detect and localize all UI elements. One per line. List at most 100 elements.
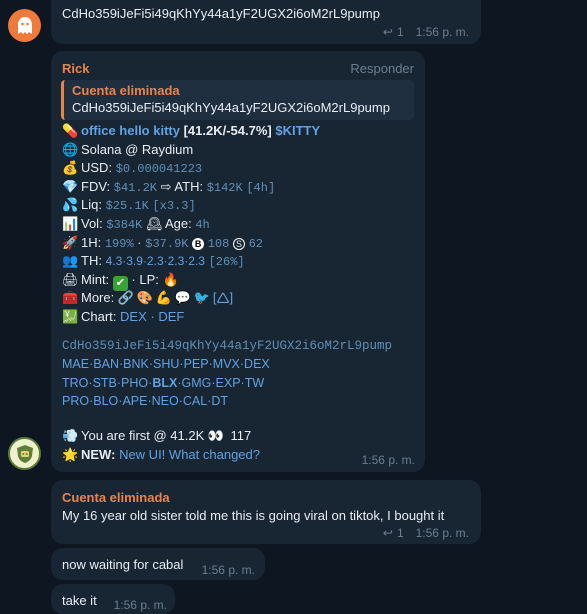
replies-link[interactable]: ↩ 1: [383, 25, 404, 39]
bot-link-exp[interactable]: EXP: [216, 376, 241, 390]
bot-link-pep[interactable]: PEP: [184, 357, 209, 371]
reply-count: 1: [396, 526, 404, 540]
message-time: 1:56 p. m.: [361, 453, 415, 467]
muscle-icon[interactable]: 💪: [156, 289, 172, 308]
more-bracket[interactable]: [🛆]: [213, 290, 233, 305]
bot-link-tw[interactable]: TW: [245, 376, 264, 390]
first-text: You are first @ 41.2K: [81, 428, 205, 443]
bot-link-mvx[interactable]: MVX: [213, 357, 240, 371]
replies-link[interactable]: ↩ 1: [383, 526, 404, 540]
quote-text: CdHo359iJeFi5i49qKhYy44a1yF2UGX2i6oM2rL9…: [72, 100, 390, 115]
bot-link-bnk[interactable]: BNK: [123, 357, 149, 371]
star-icon: 🌟: [62, 446, 79, 462]
bot-link-dex[interactable]: DEX: [244, 357, 270, 371]
reply-arrow-icon: ↩: [382, 25, 393, 39]
bot-link-cal[interactable]: CAL: [183, 394, 207, 408]
people-icon: 👥: [62, 253, 79, 269]
liq-multiplier: [x3.3]: [152, 199, 196, 214]
bot-link-dt[interactable]: DT: [211, 394, 228, 408]
ath-value: $142K: [206, 180, 243, 195]
ghost-icon: [17, 16, 32, 34]
bot-link-gmg[interactable]: GMG: [181, 376, 211, 390]
speech-bubble-icon[interactable]: 💬: [175, 289, 191, 308]
bot-link-pro[interactable]: PRO: [62, 394, 89, 408]
bot-link-shu[interactable]: SHU: [153, 357, 179, 371]
token-name[interactable]: office hello kitty: [81, 123, 180, 138]
dash-cloud-icon: 💨: [62, 428, 79, 443]
contract-address[interactable]: CdHo359iJeFi5i49qKhYy44a1yF2UGX2i6oM2rL9…: [62, 339, 392, 353]
def-link[interactable]: DEF: [158, 309, 184, 324]
message-bubble[interactable]: take it 1:56 p. m.: [51, 584, 175, 614]
bot-link-pho[interactable]: PHO: [121, 376, 148, 390]
bot-link-ape[interactable]: APE: [122, 394, 147, 408]
h1-amount: $37.9K: [145, 236, 189, 251]
mint-label: Mint:: [81, 271, 110, 287]
quote-author: Cuenta eliminada: [72, 83, 180, 98]
money-bag-icon: 💰: [62, 160, 79, 176]
sender-name[interactable]: Cuenta eliminada: [62, 490, 170, 505]
what-changed-link[interactable]: What changed?: [169, 447, 260, 462]
message-text: My 16 year old sister told me this is go…: [62, 508, 445, 523]
buys-icon: B: [192, 237, 205, 250]
bot-links: MAE·BAN·BNK·SHU·PEP·MVX·DEX TRO·STB·PHO·…: [62, 355, 270, 411]
clock-icon: 🕰: [145, 215, 163, 231]
gem-icon: 💎: [62, 178, 79, 194]
token-info: 💊 office hello kitty [41.2K/-54.7%] $KITT…: [62, 122, 320, 327]
bot-link-blx[interactable]: BLX: [152, 376, 177, 390]
sender-name[interactable]: Rick: [62, 61, 89, 76]
separator: ·: [150, 308, 155, 324]
shield-icon: [16, 444, 33, 463]
bot-link-stb[interactable]: STB: [93, 376, 117, 390]
message-time: 1:56 p. m.: [113, 598, 167, 612]
quoted-message[interactable]: Cuenta eliminada CdHo359iJeFi5i49qKhYy44…: [61, 80, 414, 120]
bird-icon[interactable]: 🐦: [194, 289, 210, 308]
message-text: now waiting for cabal: [62, 557, 184, 572]
printer-icon: 🖨: [62, 271, 79, 287]
vol-label: Vol:: [81, 215, 103, 231]
message-text: take it: [62, 593, 97, 608]
message-time: 1:56 p. m.: [415, 526, 469, 540]
usd-value: $0.000041223: [115, 162, 203, 177]
message-bubble[interactable]: Cuenta eliminada My 16 year old sister t…: [51, 480, 481, 544]
reply-action[interactable]: Responder: [350, 61, 414, 76]
ath-age: [4h]: [246, 180, 276, 195]
liq-label: Liq:: [81, 197, 102, 213]
lp-label: · LP:: [131, 271, 159, 287]
dex-link[interactable]: DEX: [120, 309, 147, 324]
holders-values[interactable]: 4.3·3.9·2.3·2.3·2.3: [106, 254, 205, 268]
fdv-label: FDV:: [81, 178, 111, 194]
separator: ·: [137, 234, 142, 250]
liq-value: $25.1K: [105, 199, 149, 214]
sells-icon: S: [232, 237, 245, 250]
message-bubble[interactable]: Rick Responder Cuenta eliminada CdHo359i…: [51, 51, 425, 472]
toolbox-icon: 🧰: [62, 290, 79, 306]
link-icon[interactable]: 🔗: [118, 289, 134, 308]
fire-icon: 🔥: [162, 271, 179, 287]
token-ticker[interactable]: $KITTY: [275, 123, 320, 138]
user-avatar[interactable]: [8, 9, 41, 42]
bot-avatar[interactable]: [8, 437, 41, 470]
message-bubble[interactable]: now waiting for cabal 1:56 p. m.: [51, 548, 265, 580]
bot-link-tro[interactable]: TRO: [62, 376, 88, 390]
new-label: NEW:: [81, 446, 116, 462]
message-time: 1:56 p. m.: [201, 563, 255, 577]
palette-icon[interactable]: 🎨: [137, 289, 153, 308]
reply-count: 1: [396, 25, 404, 39]
rocket-icon: 🚀: [62, 234, 79, 250]
h1-percent: 199%: [104, 236, 134, 251]
message-bubble[interactable]: CdHo359iJeFi5i49qKhYy44a1yF2UGX2i6oM2rL9…: [51, 0, 481, 44]
globe-icon: 🌐: [62, 141, 79, 157]
eyes-icon: 👀: [207, 428, 225, 443]
bot-link-neo[interactable]: NEO: [152, 394, 179, 408]
vol-value: $384K: [106, 217, 143, 232]
th-label: TH:: [81, 253, 102, 269]
message-text: CdHo359iJeFi5i49qKhYy44a1yF2UGX2i6oM2rL9…: [62, 6, 380, 21]
bot-link-mae[interactable]: MAE: [62, 357, 89, 371]
reply-arrow-icon: ↩: [382, 526, 393, 540]
new-ui-link[interactable]: New UI!: [119, 447, 165, 462]
buys-count: 108: [207, 236, 230, 251]
bar-chart-icon: 📊: [62, 215, 79, 231]
bot-link-ban[interactable]: BAN: [93, 357, 119, 371]
token-stats: [41.2K/-54.7%]: [183, 123, 272, 138]
bot-link-blo[interactable]: BLO: [93, 394, 118, 408]
